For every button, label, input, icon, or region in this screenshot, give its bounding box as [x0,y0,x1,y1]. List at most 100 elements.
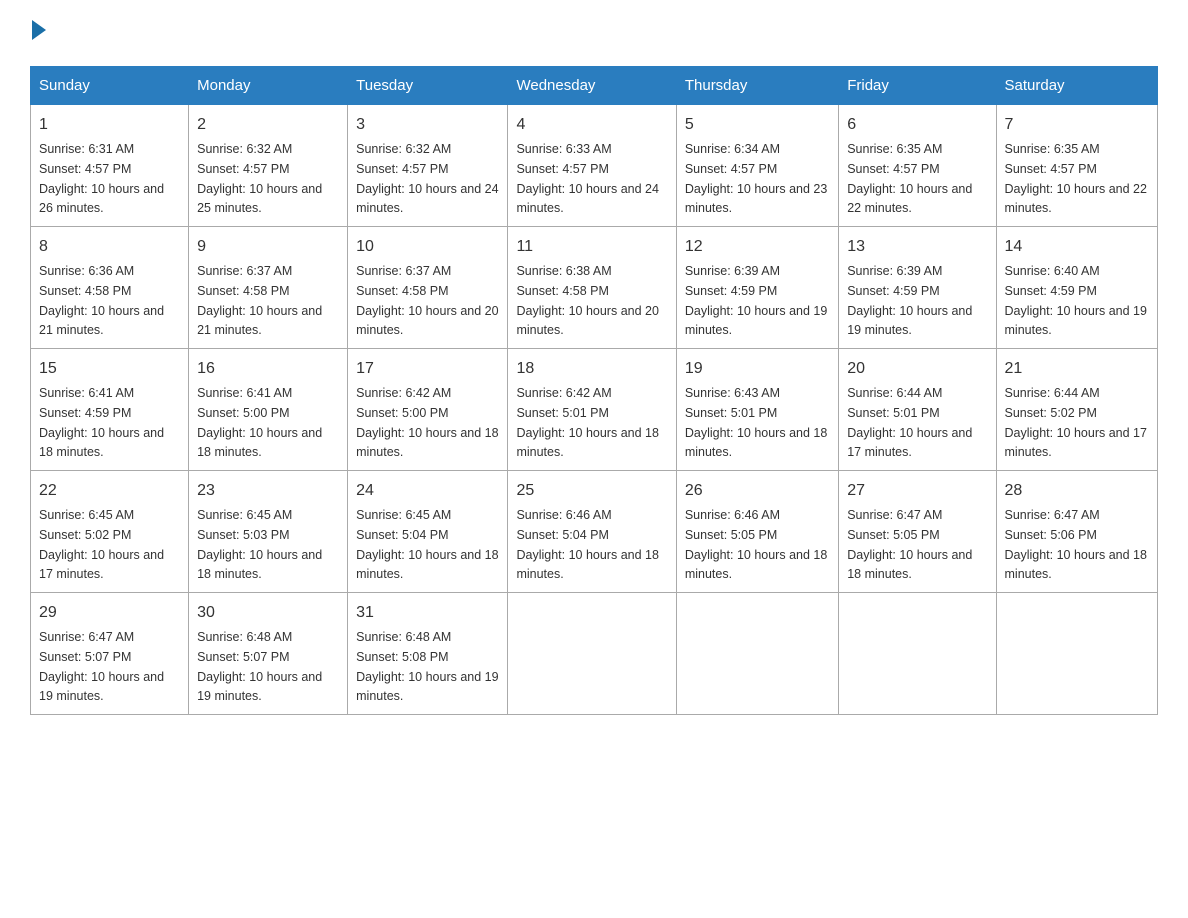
day-number: 22 [39,479,180,503]
day-number: 13 [847,235,987,259]
day-cell-20: 20 Sunrise: 6:44 AM Sunset: 5:01 PM Dayli… [839,349,996,471]
logo [30,20,46,46]
day-cell-8: 8 Sunrise: 6:36 AM Sunset: 4:58 PM Daylig… [31,227,189,349]
day-cell-15: 15Sunrise: 6:41 AM Sunset: 4:59 PM Dayli… [31,349,189,471]
day-info: Sunrise: 6:41 AM Sunset: 5:00 PM Dayligh… [197,386,322,459]
day-info: Sunrise: 6:47 AM Sunset: 5:07 PM Dayligh… [39,630,164,703]
week-row-4: 22 Sunrise: 6:45 AM Sunset: 5:02 PM Dayli… [31,471,1158,593]
day-info: Sunrise: 6:45 AM Sunset: 5:04 PM Dayligh… [356,508,498,581]
day-number: 23 [197,479,339,503]
day-cell-4: 4 Sunrise: 6:33 AM Sunset: 4:57 PM Daylig… [508,105,676,227]
day-info: Sunrise: 6:48 AM Sunset: 5:08 PM Dayligh… [356,630,498,703]
day-info: Sunrise: 6:44 AM Sunset: 5:02 PM Dayligh… [1005,386,1147,459]
day-number: 20 [847,357,987,381]
week-row-3: 15Sunrise: 6:41 AM Sunset: 4:59 PM Dayli… [31,349,1158,471]
day-number: 10 [356,235,499,259]
day-cell-31: 31 Sunrise: 6:48 AM Sunset: 5:08 PM Dayli… [348,593,508,715]
day-info: Sunrise: 6:47 AM Sunset: 5:05 PM Dayligh… [847,508,972,581]
week-row-1: 1 Sunrise: 6:31 AM Sunset: 4:57 PM Daylig… [31,105,1158,227]
day-cell-11: 11 Sunrise: 6:38 AM Sunset: 4:58 PM Dayli… [508,227,676,349]
day-cell-28: 28 Sunrise: 6:47 AM Sunset: 5:06 PM Dayli… [996,471,1158,593]
week-row-5: 29 Sunrise: 6:47 AM Sunset: 5:07 PM Dayli… [31,593,1158,715]
day-number: 12 [685,235,830,259]
day-cell-5: 5 Sunrise: 6:34 AM Sunset: 4:57 PM Daylig… [676,105,838,227]
day-cell-3: 3 Sunrise: 6:32 AM Sunset: 4:57 PM Daylig… [348,105,508,227]
logo-triangle-icon [32,20,46,40]
day-number: 8 [39,235,180,259]
day-cell-25: 25 Sunrise: 6:46 AM Sunset: 5:04 PM Dayli… [508,471,676,593]
day-info: Sunrise: 6:42 AM Sunset: 5:01 PM Dayligh… [516,386,658,459]
day-info: Sunrise: 6:37 AM Sunset: 4:58 PM Dayligh… [356,264,498,337]
header-cell-thursday: Thursday [676,67,838,105]
day-info: Sunrise: 6:37 AM Sunset: 4:58 PM Dayligh… [197,264,322,337]
day-info: Sunrise: 6:33 AM Sunset: 4:57 PM Dayligh… [516,142,658,215]
day-cell-6: 6 Sunrise: 6:35 AM Sunset: 4:57 PM Daylig… [839,105,996,227]
day-number: 18 [516,357,667,381]
day-info: Sunrise: 6:41 AM Sunset: 4:59 PM Dayligh… [39,386,164,459]
day-info: Sunrise: 6:40 AM Sunset: 4:59 PM Dayligh… [1005,264,1147,337]
header-cell-tuesday: Tuesday [348,67,508,105]
day-info: Sunrise: 6:44 AM Sunset: 5:01 PM Dayligh… [847,386,972,459]
day-number: 4 [516,113,667,137]
day-info: Sunrise: 6:31 AM Sunset: 4:57 PM Dayligh… [39,142,164,215]
day-number: 6 [847,113,987,137]
day-cell-12: 12 Sunrise: 6:39 AM Sunset: 4:59 PM Dayli… [676,227,838,349]
day-info: Sunrise: 6:38 AM Sunset: 4:58 PM Dayligh… [516,264,658,337]
day-number: 24 [356,479,499,503]
day-cell-7: 7Sunrise: 6:35 AM Sunset: 4:57 PM Daylig… [996,105,1158,227]
day-info: Sunrise: 6:47 AM Sunset: 5:06 PM Dayligh… [1005,508,1147,581]
day-number: 27 [847,479,987,503]
day-info: Sunrise: 6:39 AM Sunset: 4:59 PM Dayligh… [685,264,827,337]
day-info: Sunrise: 6:32 AM Sunset: 4:57 PM Dayligh… [197,142,322,215]
day-info: Sunrise: 6:42 AM Sunset: 5:00 PM Dayligh… [356,386,498,459]
day-number: 28 [1005,479,1150,503]
calendar-table: SundayMondayTuesdayWednesdayThursdayFrid… [30,66,1158,715]
day-number: 5 [685,113,830,137]
header-cell-friday: Friday [839,67,996,105]
day-info: Sunrise: 6:45 AM Sunset: 5:03 PM Dayligh… [197,508,322,581]
day-info: Sunrise: 6:46 AM Sunset: 5:05 PM Dayligh… [685,508,827,581]
day-info: Sunrise: 6:45 AM Sunset: 5:02 PM Dayligh… [39,508,164,581]
day-number: 11 [516,235,667,259]
header-cell-saturday: Saturday [996,67,1158,105]
day-number: 3 [356,113,499,137]
day-number: 19 [685,357,830,381]
day-info: Sunrise: 6:48 AM Sunset: 5:07 PM Dayligh… [197,630,322,703]
empty-cell [508,593,676,715]
day-number: 2 [197,113,339,137]
day-cell-13: 13Sunrise: 6:39 AM Sunset: 4:59 PM Dayli… [839,227,996,349]
week-row-2: 8 Sunrise: 6:36 AM Sunset: 4:58 PM Daylig… [31,227,1158,349]
header-cell-monday: Monday [189,67,348,105]
day-number: 9 [197,235,339,259]
day-number: 1 [39,113,180,137]
day-number: 21 [1005,357,1150,381]
day-cell-10: 10 Sunrise: 6:37 AM Sunset: 4:58 PM Dayli… [348,227,508,349]
day-number: 7 [1005,113,1150,137]
header [30,20,1158,46]
day-cell-9: 9 Sunrise: 6:37 AM Sunset: 4:58 PM Daylig… [189,227,348,349]
day-cell-26: 26 Sunrise: 6:46 AM Sunset: 5:05 PM Dayli… [676,471,838,593]
day-number: 29 [39,601,180,625]
header-cell-sunday: Sunday [31,67,189,105]
day-info: Sunrise: 6:36 AM Sunset: 4:58 PM Dayligh… [39,264,164,337]
empty-cell [839,593,996,715]
day-number: 14 [1005,235,1150,259]
day-cell-1: 1 Sunrise: 6:31 AM Sunset: 4:57 PM Daylig… [31,105,189,227]
day-info: Sunrise: 6:32 AM Sunset: 4:57 PM Dayligh… [356,142,498,215]
day-number: 30 [197,601,339,625]
day-number: 26 [685,479,830,503]
day-info: Sunrise: 6:43 AM Sunset: 5:01 PM Dayligh… [685,386,827,459]
day-number: 31 [356,601,499,625]
day-cell-17: 17Sunrise: 6:42 AM Sunset: 5:00 PM Dayli… [348,349,508,471]
day-number: 25 [516,479,667,503]
empty-cell [996,593,1158,715]
day-cell-27: 27 Sunrise: 6:47 AM Sunset: 5:05 PM Dayli… [839,471,996,593]
day-info: Sunrise: 6:35 AM Sunset: 4:57 PM Dayligh… [847,142,972,215]
empty-cell [676,593,838,715]
day-cell-18: 18 Sunrise: 6:42 AM Sunset: 5:01 PM Dayli… [508,349,676,471]
day-cell-14: 14 Sunrise: 6:40 AM Sunset: 4:59 PM Dayli… [996,227,1158,349]
day-cell-19: 19 Sunrise: 6:43 AM Sunset: 5:01 PM Dayli… [676,349,838,471]
day-info: Sunrise: 6:46 AM Sunset: 5:04 PM Dayligh… [516,508,658,581]
day-cell-21: 21 Sunrise: 6:44 AM Sunset: 5:02 PM Dayli… [996,349,1158,471]
day-info: Sunrise: 6:34 AM Sunset: 4:57 PM Dayligh… [685,142,827,215]
